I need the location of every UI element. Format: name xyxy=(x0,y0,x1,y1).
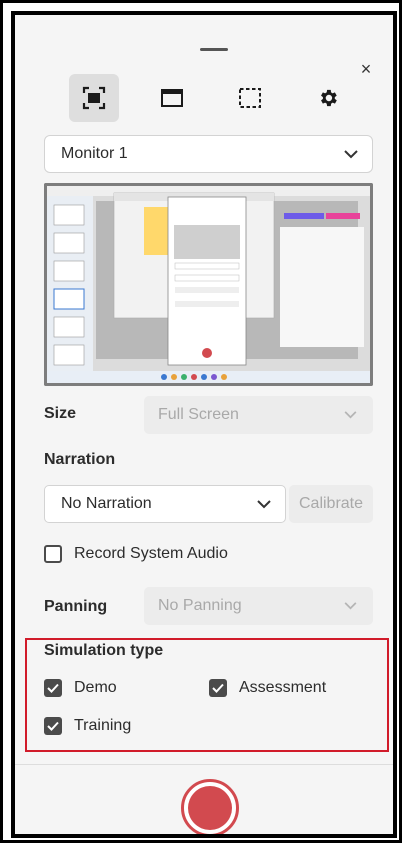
narration-select[interactable]: No Narration xyxy=(44,485,286,523)
monitor-select[interactable]: Monitor 1 xyxy=(44,135,373,173)
panning-select-value: No Panning xyxy=(158,597,242,614)
close-icon: × xyxy=(360,58,372,79)
record-system-audio-label: Record System Audio xyxy=(74,545,228,562)
region-mode-button[interactable] xyxy=(225,74,275,122)
chevron-down-icon xyxy=(257,499,271,509)
settings-button[interactable] xyxy=(303,74,353,122)
simulation-option-label: Demo xyxy=(74,679,117,696)
checkbox-checked-icon xyxy=(209,679,227,697)
fullscreen-mode-button[interactable] xyxy=(69,74,119,122)
chevron-down-icon xyxy=(344,149,358,159)
simulation-option-label: Training xyxy=(74,717,132,734)
outer-frame: × Monitor 1 Size Full Screen Narration N… xyxy=(0,0,402,843)
simulation-assessment-checkbox[interactable]: Assessment xyxy=(209,679,326,697)
simulation-demo-checkbox[interactable]: Demo xyxy=(44,679,117,697)
size-label: Size xyxy=(44,405,77,422)
gear-icon xyxy=(321,89,337,107)
screen-preview xyxy=(44,183,373,386)
fullscreen-capture-icon xyxy=(82,86,106,110)
simulation-training-checkbox[interactable]: Training xyxy=(44,717,131,735)
size-select-value: Full Screen xyxy=(158,406,239,423)
simulation-type-title: Simulation type xyxy=(44,642,164,659)
checkbox-checked-icon xyxy=(44,717,62,735)
narration-select-value: No Narration xyxy=(61,495,152,512)
panning-select: No Panning xyxy=(144,587,373,625)
size-select: Full Screen xyxy=(144,396,373,434)
capture-panel: × Monitor 1 Size Full Screen Narration N… xyxy=(11,11,397,838)
drag-handle[interactable] xyxy=(200,48,228,51)
monitor-select-value: Monitor 1 xyxy=(61,145,128,162)
window-capture-icon xyxy=(161,89,183,107)
divider xyxy=(15,764,393,765)
record-icon xyxy=(188,786,232,830)
checkbox-checked-icon xyxy=(44,679,62,697)
chevron-down-icon xyxy=(344,411,357,419)
narration-label: Narration xyxy=(44,451,116,468)
checkbox-unchecked-icon xyxy=(44,545,62,563)
window-mode-button[interactable] xyxy=(147,74,197,122)
simulation-option-label: Assessment xyxy=(239,679,327,696)
record-button[interactable] xyxy=(181,779,239,834)
calibrate-button: Calibrate xyxy=(289,485,373,523)
panning-label: Panning xyxy=(44,598,108,615)
screen-preview-image xyxy=(44,183,373,386)
record-system-audio-checkbox[interactable]: Record System Audio xyxy=(44,545,228,563)
region-capture-icon xyxy=(239,88,261,108)
calibrate-label: Calibrate xyxy=(298,495,364,512)
capture-mode-toolbar xyxy=(65,74,355,122)
close-button[interactable]: × xyxy=(355,58,377,80)
chevron-down-icon xyxy=(344,602,357,610)
